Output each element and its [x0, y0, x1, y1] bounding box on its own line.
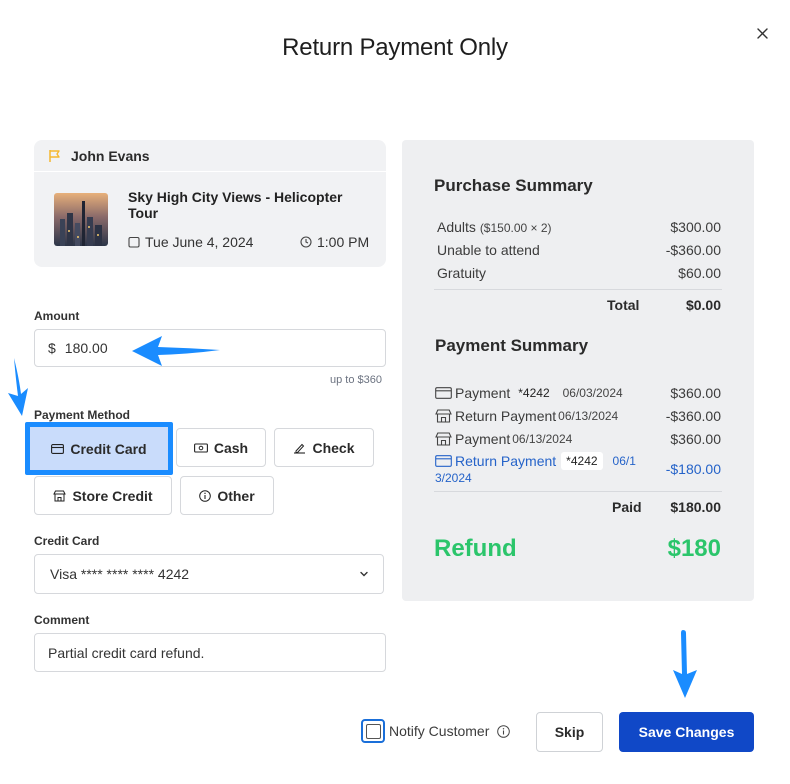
credit-card-value: Visa **** **** **** 4242 — [50, 566, 190, 582]
clock-icon — [300, 236, 312, 248]
booking-header: John Evans — [34, 140, 386, 172]
credit-card-icon — [435, 387, 452, 399]
store-icon — [53, 490, 67, 501]
payment-row[interactable]: Return Payment *4242 06/1 3/2024 -$180.0… — [435, 452, 721, 488]
flag-icon — [49, 149, 60, 162]
payment-summary-title: Payment Summary — [435, 336, 589, 355]
tour-name: Sky High City Views - Helicopter Tour — [128, 189, 343, 221]
dialog-title: Return Payment Only — [282, 34, 508, 61]
tour-time: 1:00 PM — [300, 234, 369, 250]
booking-card: John Evans Sky High City Views - Helicop… — [34, 140, 386, 267]
summary-panel: Purchase Summary Adults ($150.00 × 2) $3… — [402, 140, 754, 601]
chevron-down-icon — [360, 571, 368, 577]
credit-card-select[interactable]: Visa **** **** **** 4242 — [34, 554, 384, 594]
purchase-row: Unable to attend -$360.00 — [437, 242, 721, 258]
credit-card-label: Credit Card — [34, 534, 100, 548]
comment-label: Comment — [34, 613, 90, 627]
close-icon[interactable] — [754, 25, 772, 43]
purchase-summary-title: Purchase Summary — [434, 176, 593, 195]
divider — [434, 491, 722, 492]
payment-row: Return Payment 06/13/2024 -$360.00 — [435, 408, 721, 428]
info-icon[interactable] — [497, 724, 511, 738]
tour-date: Tue June 4, 2024 — [128, 234, 253, 250]
info-icon — [199, 489, 212, 502]
amount-value: 180.00 — [64, 340, 108, 356]
comment-input[interactable]: Partial credit card refund. — [34, 633, 386, 672]
notify-checkbox[interactable] — [361, 719, 385, 743]
annotation-arrow-icon — [673, 630, 697, 698]
skip-button[interactable]: Skip — [536, 712, 603, 752]
cash-icon — [193, 442, 208, 453]
comment-value: Partial credit card refund. — [48, 644, 205, 661]
calendar-icon — [128, 236, 140, 248]
customer-name: John Evans — [71, 147, 150, 164]
tour-thumbnail — [54, 193, 108, 246]
save-changes-button[interactable]: Save Changes — [619, 712, 754, 752]
store-icon — [435, 432, 452, 446]
payment-method-cash[interactable]: Cash — [176, 428, 266, 467]
refund-label: Refund — [434, 535, 517, 562]
paid-label: Paid — [612, 499, 642, 515]
credit-card-icon — [435, 455, 452, 467]
refund-value: $180 — [667, 535, 721, 562]
purchase-row: Gratuity $60.00 — [437, 265, 721, 281]
paid-value: $180.00 — [670, 499, 721, 515]
payment-method-label: Payment Method — [34, 408, 131, 422]
notify-label: Notify Customer — [389, 723, 490, 739]
total-label: Total — [607, 297, 640, 313]
payment-method-check[interactable]: Check — [274, 428, 374, 467]
payment-row: Payment 06/13/2024 $360.00 — [435, 431, 721, 451]
check-icon — [294, 443, 306, 454]
payment-method-credit-card[interactable]: Credit Card — [25, 422, 173, 475]
annotation-arrow-icon — [132, 336, 220, 366]
credit-card-icon — [51, 443, 65, 454]
payment-method-other[interactable]: Other — [180, 476, 274, 515]
amount-hint: up to $360 — [330, 374, 382, 386]
notify-customer[interactable]: Notify Customer — [361, 719, 511, 743]
store-icon — [435, 409, 452, 423]
annotation-arrow-icon — [8, 358, 28, 416]
payment-method-store-credit[interactable]: Store Credit — [34, 476, 172, 515]
payment-row: Payment *4242 06/03/2024 $360.00 — [435, 385, 721, 405]
purchase-row: Adults ($150.00 × 2) $300.00 — [437, 219, 721, 235]
currency-symbol: $ — [48, 340, 56, 356]
total-value: $0.00 — [685, 297, 721, 313]
divider — [434, 289, 722, 290]
amount-label: Amount — [34, 309, 80, 323]
